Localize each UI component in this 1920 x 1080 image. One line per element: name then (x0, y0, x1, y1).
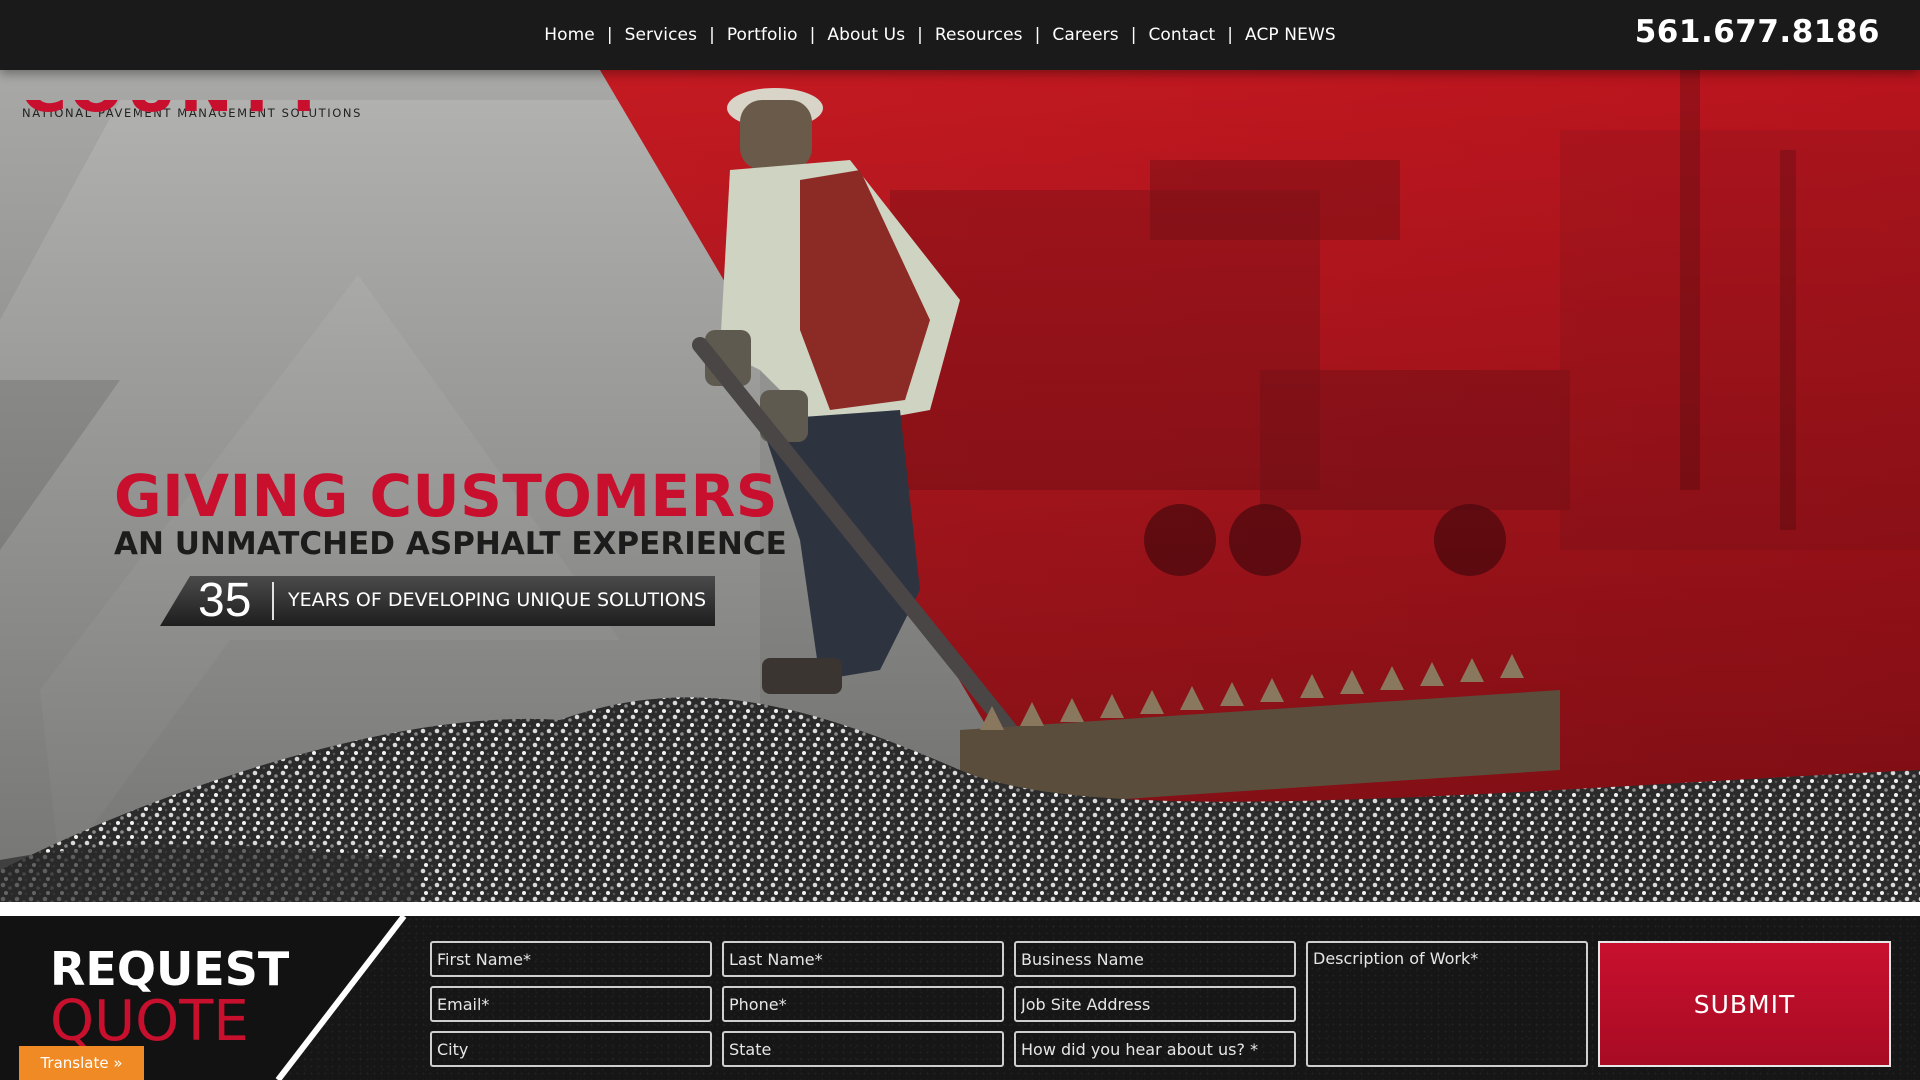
nav-separator: | (1034, 25, 1041, 45)
years-text: YEARS OF DEVELOPING UNIQUE SOLUTIONS (288, 589, 706, 611)
description-of-work-field[interactable] (1306, 941, 1588, 1067)
nav-separator: | (1130, 25, 1137, 45)
section-divider (0, 902, 1920, 916)
email-field[interactable] (430, 986, 712, 1022)
years-number: 35 (198, 574, 252, 627)
main-nav: Home | Services | Portfolio | About Us |… (0, 0, 1920, 70)
phone-field[interactable] (722, 986, 1004, 1022)
nav-about-link[interactable]: About Us (827, 25, 905, 45)
job-site-address-field[interactable] (1014, 986, 1296, 1022)
hero-banner: COUNTY NATIONAL PAVEMENT MANAGEMENT SOLU… (0, 70, 1920, 902)
nav-home-link[interactable]: Home (544, 25, 595, 45)
submit-button[interactable]: SUBMIT (1598, 941, 1891, 1067)
nav-separator: | (917, 25, 923, 45)
last-name-field[interactable] (722, 941, 1004, 977)
nav-contact-link[interactable]: Contact (1148, 25, 1215, 45)
top-navigation-bar: Home | Services | Portfolio | About Us |… (0, 0, 1920, 70)
nav-resources-link[interactable]: Resources (935, 25, 1023, 45)
hero-headline: GIVING CUSTOMERS (114, 462, 779, 530)
nav-separator: | (1227, 25, 1234, 45)
nav-acp-news-link[interactable]: ACP NEWS (1245, 25, 1336, 45)
state-field[interactable] (722, 1031, 1004, 1067)
nav-separator: | (709, 25, 715, 45)
city-field[interactable] (430, 1031, 712, 1067)
nav-services-link[interactable]: Services (625, 25, 698, 45)
logo-wordmark: COUNTY (20, 100, 329, 136)
nav-separator: | (606, 25, 613, 45)
translate-button[interactable]: Translate » (19, 1046, 144, 1080)
business-name-field[interactable] (1014, 941, 1296, 977)
quote-title-line1: REQUEST (50, 942, 290, 996)
phone-number-link[interactable]: 561.677.8186 (1635, 14, 1880, 50)
hero-subheadline: AN UNMATCHED ASPHALT EXPERIENCE (114, 526, 787, 562)
referral-source-field[interactable] (1014, 1031, 1296, 1067)
years-divider (272, 582, 274, 620)
request-quote-form: REQUEST QUOTE SUBMIT (0, 916, 1920, 1080)
quote-title-line2: QUOTE (50, 989, 249, 1054)
nav-separator: | (809, 25, 816, 45)
nav-portfolio-link[interactable]: Portfolio (727, 25, 798, 45)
years-experience-banner: 35 YEARS OF DEVELOPING UNIQUE SOLUTIONS (160, 576, 715, 626)
first-name-field[interactable] (430, 941, 712, 977)
nav-careers-link[interactable]: Careers (1052, 25, 1118, 45)
